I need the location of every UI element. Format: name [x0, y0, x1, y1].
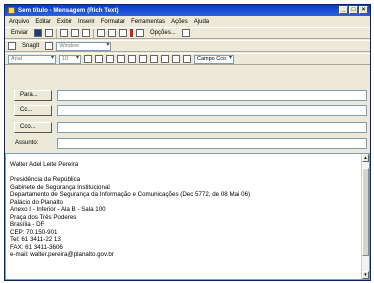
body-line: Departamento de Segurança da Informação … — [10, 191, 251, 198]
decrease-indent-icon[interactable] — [172, 55, 180, 63]
to-row: Para... — [7, 90, 369, 101]
signature-block: Walter Adel Leite Pereira Presidência da… — [10, 161, 250, 259]
snagit-icon[interactable] — [8, 42, 16, 50]
menu-exibir[interactable]: Exibir — [57, 19, 72, 25]
message-body[interactable]: Walter Adel Leite Pereira Presidência da… — [5, 153, 370, 280]
attach-icon[interactable] — [97, 29, 106, 37]
bcc-button[interactable]: Cco... — [14, 122, 52, 133]
bcc-field[interactable] — [57, 122, 367, 133]
cc-button[interactable]: Cc... — [14, 105, 52, 116]
font-color-icon[interactable] — [84, 55, 92, 63]
italic-icon[interactable] — [106, 55, 114, 63]
importance-high-icon[interactable] — [130, 29, 134, 37]
field-combo[interactable]: Campo Cco — [194, 54, 234, 64]
menu-acoes[interactable]: Ações — [171, 19, 188, 25]
options-button[interactable]: Opções... — [147, 29, 179, 37]
body-line: CEP: 70.150-901 — [10, 228, 58, 236]
standard-toolbar: Enviar Opções... — [5, 27, 370, 39]
help-icon[interactable] — [181, 29, 190, 37]
to-button[interactable]: Para... — [14, 90, 52, 101]
window-controls: _ □ × — [339, 6, 368, 14]
body-line: Gabinete de Segurança Institucional — [10, 183, 110, 191]
snagit-button[interactable]: SnagIt — [19, 42, 42, 50]
subject-field[interactable] — [57, 138, 367, 149]
menu-ajuda[interactable]: Ajuda — [194, 19, 209, 25]
subject-row: Assunto: — [7, 138, 369, 149]
body-line: e-mail: walter.pereira@planalto.gov.br — [10, 251, 114, 258]
save-icon[interactable] — [34, 29, 43, 37]
body-line: FAX: 61 3411-3606 — [10, 243, 63, 251]
cc-row: Cc... — [7, 105, 369, 116]
to-field[interactable] — [57, 90, 367, 101]
scroll-down-icon[interactable]: ▾ — [362, 271, 369, 279]
menu-inserir[interactable]: Inserir — [78, 19, 95, 25]
bcc-row: Cco... — [7, 122, 369, 133]
body-line: Brasília - DF — [10, 221, 45, 228]
body-line: Tel: 61 3411-22 13 — [10, 236, 61, 243]
bullets-icon[interactable] — [161, 55, 169, 63]
message-header: Para... Cc... Cco... Assunto: — [5, 66, 370, 154]
maximize-button[interactable]: □ — [349, 6, 358, 14]
bold-icon[interactable] — [95, 55, 103, 63]
underline-icon[interactable] — [117, 55, 125, 63]
separator — [56, 28, 58, 38]
copy-icon[interactable] — [71, 29, 80, 37]
body-line: Palácio do Planalto — [10, 198, 63, 206]
scroll-up-icon[interactable]: ▴ — [362, 154, 369, 162]
print-icon[interactable] — [45, 29, 54, 37]
message-window: Sem título - Mensagem (Rich Text) _ □ × … — [4, 4, 371, 281]
align-left-icon[interactable] — [128, 55, 136, 63]
scroll-thumb[interactable] — [362, 168, 369, 256]
menu-formatar[interactable]: Formatar — [101, 19, 125, 25]
separator — [93, 28, 95, 38]
cc-field[interactable] — [57, 105, 367, 116]
menu-ferramentas[interactable]: Ferramentas — [131, 19, 165, 25]
formatting-toolbar: Arial 10 Campo Cco — [5, 53, 370, 65]
close-button[interactable]: × — [359, 6, 368, 14]
subject-label: Assunto: — [15, 140, 39, 146]
align-right-icon[interactable] — [150, 55, 158, 63]
menu-arquivo[interactable]: Arquivo — [9, 19, 29, 25]
menu-editar[interactable]: Editar — [35, 19, 51, 25]
align-center-icon[interactable] — [139, 55, 147, 63]
window-combo[interactable]: Window — [56, 41, 112, 51]
menu-bar: Arquivo Editar Exibir Inserir Formatar F… — [5, 16, 370, 27]
flag-icon[interactable] — [136, 29, 145, 37]
address-book-icon[interactable] — [108, 29, 117, 37]
window-title: Sem título - Mensagem (Rich Text) — [18, 7, 119, 14]
minimize-button[interactable]: _ — [339, 6, 348, 14]
title-bar[interactable]: Sem título - Mensagem (Rich Text) _ □ × — [5, 5, 370, 16]
snagit-toolbar: SnagIt Window — [5, 40, 370, 52]
cut-icon[interactable] — [60, 29, 69, 37]
vertical-scrollbar[interactable]: ▴ ▾ — [361, 154, 369, 279]
body-line: Praça dos Três Poderes — [10, 213, 77, 221]
window-icon[interactable] — [45, 42, 54, 50]
font-combo[interactable]: Arial — [8, 54, 56, 64]
body-line — [10, 169, 250, 177]
envelope-icon — [8, 7, 15, 14]
body-line: Anexo I - Inferior - Ala B - Sala 100 — [10, 206, 106, 213]
send-button[interactable]: Enviar — [8, 29, 31, 37]
paste-icon[interactable] — [82, 29, 91, 37]
body-line: Walter Adel Leite Pereira — [10, 161, 79, 168]
check-names-icon[interactable] — [119, 29, 128, 37]
body-line: Presidência da República — [10, 176, 81, 183]
size-combo[interactable]: 10 — [59, 54, 81, 64]
increase-indent-icon[interactable] — [183, 55, 191, 63]
